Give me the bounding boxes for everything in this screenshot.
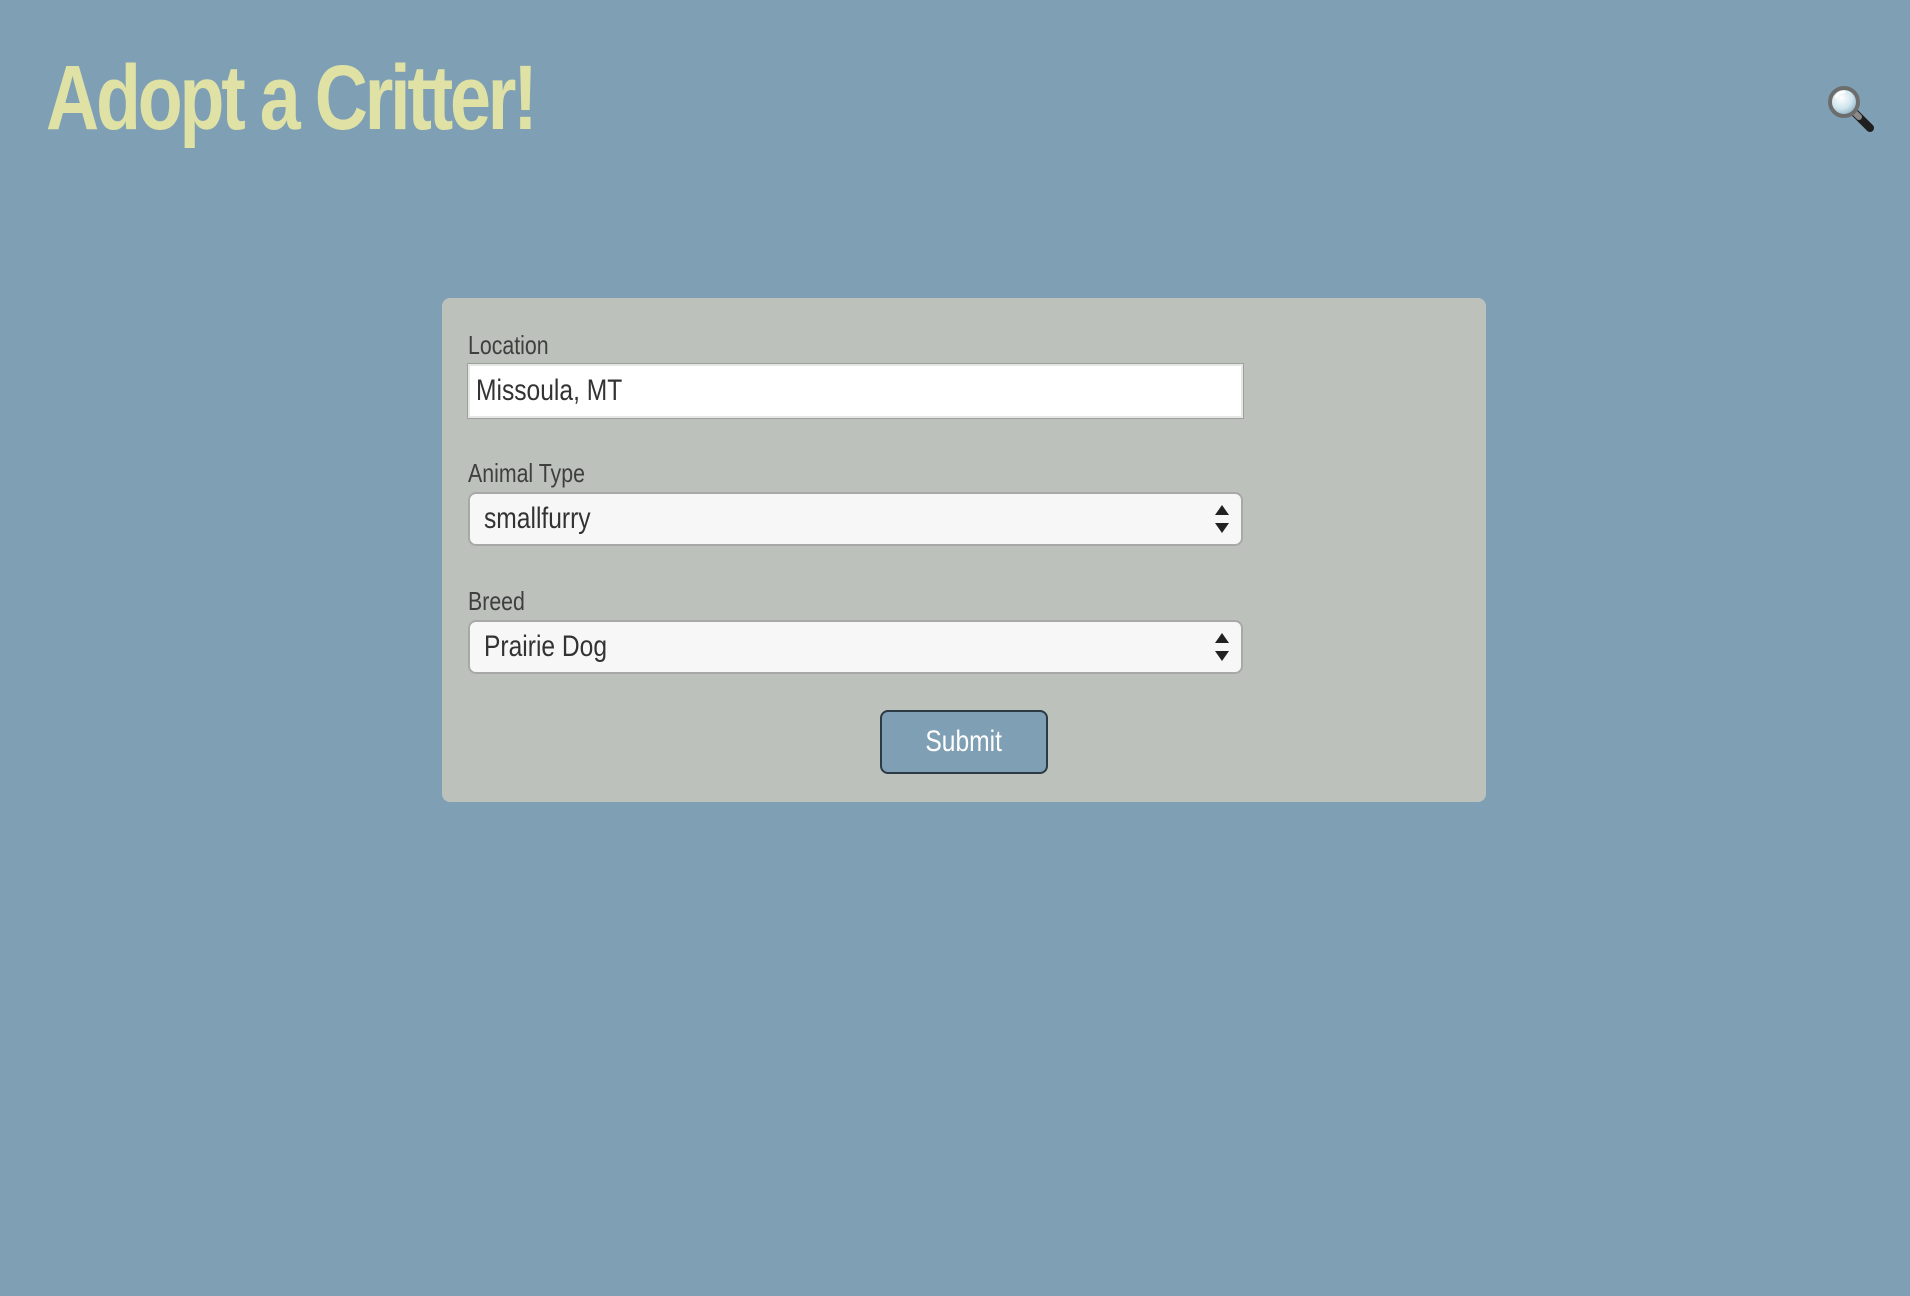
adopt-form-card: Location Missoula, MT Animal Type smallf… xyxy=(442,298,1486,802)
site-header: Adopt a Critter! xyxy=(0,0,1910,200)
search-icon[interactable] xyxy=(1826,84,1876,134)
animal-type-selected: smallfurry xyxy=(484,502,591,535)
submit-button-label: Submit xyxy=(925,725,1003,758)
site-title: Adopt a Critter! xyxy=(46,47,538,149)
location-input-value: Missoula, MT xyxy=(476,374,623,407)
breed-label: Breed xyxy=(468,586,525,616)
select-arrows-icon xyxy=(1215,633,1229,661)
animal-type-label: Animal Type xyxy=(468,458,585,488)
location-label: Location xyxy=(468,330,549,360)
breed-select[interactable]: Prairie Dog xyxy=(468,620,1243,674)
animal-type-select[interactable]: smallfurry xyxy=(468,492,1243,546)
submit-button[interactable]: Submit xyxy=(880,710,1048,774)
location-input[interactable]: Missoula, MT xyxy=(467,363,1244,419)
select-arrows-icon xyxy=(1215,505,1229,533)
breed-selected: Prairie Dog xyxy=(484,630,608,663)
